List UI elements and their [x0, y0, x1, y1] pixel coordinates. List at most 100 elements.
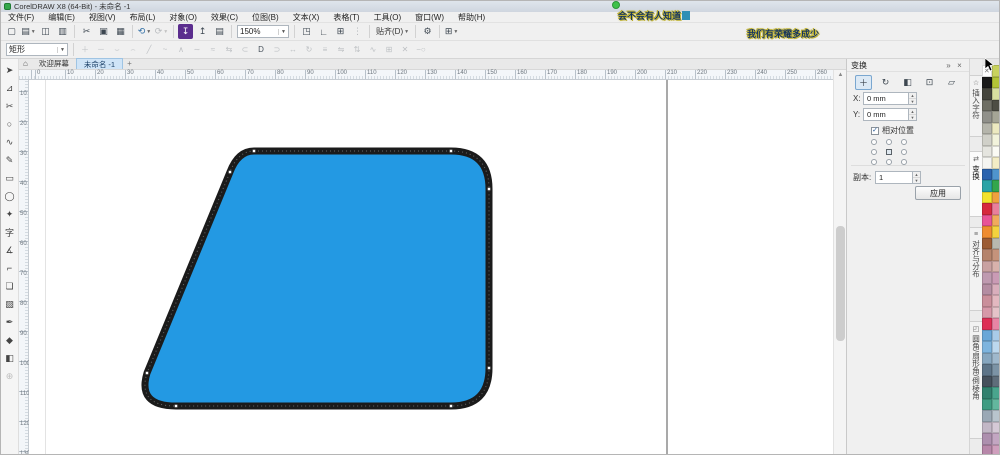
drawn-shape[interactable] [29, 80, 833, 455]
color-swatch[interactable] [982, 111, 992, 123]
color-swatch[interactable] [991, 88, 999, 100]
curve-node[interactable] [228, 170, 232, 174]
parallel-dimension-tool[interactable]: ∡ [2, 241, 18, 259]
color-swatch[interactable] [991, 134, 999, 146]
transform-mode-size[interactable]: ⊡ [921, 75, 938, 90]
color-swatch[interactable] [982, 421, 992, 433]
transform-mode-rotate[interactable]: ↻ [877, 75, 894, 90]
color-swatch[interactable] [991, 306, 999, 318]
docker-collapse-icon[interactable]: » [943, 61, 954, 70]
rectangle-tool[interactable]: ▭ [2, 169, 18, 187]
color-swatch[interactable] [991, 433, 999, 445]
zoom-level-combo[interactable]: 150% ▼ [237, 25, 289, 38]
transform-mode-scale-mirror[interactable]: ◧ [899, 75, 916, 90]
pick-tool[interactable]: ➤ [2, 61, 18, 79]
transform-mode-position[interactable]: ＋ [855, 75, 872, 90]
color-swatch[interactable] [982, 99, 992, 111]
color-swatch[interactable] [991, 157, 999, 169]
tab-welcome-screen[interactable]: 欢迎屏幕 [32, 58, 76, 69]
anchor-point-4[interactable] [886, 149, 892, 155]
new-document-tab-button[interactable]: + [123, 58, 136, 69]
color-swatch[interactable] [982, 203, 992, 215]
curve-node[interactable] [487, 366, 491, 370]
menu-file[interactable]: 文件(F) [1, 12, 41, 23]
cut-button[interactable]: ✂ [79, 24, 94, 39]
color-swatch[interactable] [991, 214, 999, 226]
color-swatch[interactable] [982, 134, 992, 146]
curve-node[interactable] [174, 404, 178, 408]
color-swatch[interactable] [991, 352, 999, 364]
color-swatch[interactable] [991, 168, 999, 180]
color-swatch[interactable] [982, 145, 992, 157]
color-swatch[interactable] [982, 283, 992, 295]
curve-node[interactable] [487, 187, 491, 191]
menu-help[interactable]: 帮助(H) [451, 12, 492, 23]
show-rulers-button[interactable]: ∟ [316, 24, 331, 39]
freehand-tool[interactable]: ∿ [2, 133, 18, 151]
color-swatch[interactable] [991, 191, 999, 203]
color-swatch[interactable] [982, 226, 992, 238]
color-swatch[interactable] [991, 364, 999, 376]
color-swatch[interactable] [982, 398, 992, 410]
x-input[interactable]: 0 mm [863, 92, 909, 105]
color-swatch[interactable] [991, 398, 999, 410]
vertical-ruler[interactable]: 10 20 30 40 50 60 70 80 90 100 110 120 130 [19, 80, 30, 454]
color-swatch[interactable] [991, 410, 999, 422]
menu-layout[interactable]: 布局(L) [123, 12, 163, 23]
apply-button[interactable]: 应用 [915, 186, 961, 200]
anchor-point-2[interactable] [901, 139, 907, 145]
color-swatch[interactable] [991, 226, 999, 238]
color-swatch[interactable] [991, 237, 999, 249]
color-swatch[interactable] [991, 203, 999, 215]
drop-shadow-tool[interactable]: ❏ [2, 277, 18, 295]
open-document-button[interactable]: ▤ ▼ [21, 24, 36, 39]
color-swatch[interactable] [982, 341, 992, 353]
color-swatch[interactable] [982, 191, 992, 203]
export-button[interactable]: ↥ [195, 24, 210, 39]
curve-node[interactable] [145, 371, 149, 375]
color-swatch[interactable] [991, 283, 999, 295]
snap-to-button[interactable]: 贴齐(D) ▼ [373, 25, 412, 39]
new-document-button[interactable]: ▢ [4, 24, 19, 39]
import-button[interactable]: ↧ [178, 24, 193, 39]
color-swatch[interactable] [982, 410, 992, 422]
curve-node[interactable] [449, 149, 453, 153]
color-swatch[interactable] [991, 249, 999, 261]
color-swatch[interactable] [991, 387, 999, 399]
color-swatch[interactable] [982, 122, 992, 134]
color-swatch[interactable] [991, 145, 999, 157]
color-swatch[interactable] [991, 99, 999, 111]
color-swatch[interactable] [982, 329, 992, 341]
color-eyedropper-tool[interactable]: ✒ [2, 313, 18, 331]
color-swatch[interactable] [991, 260, 999, 272]
artistic-media-tool[interactable]: ✎ [2, 151, 18, 169]
color-swatch[interactable] [982, 375, 992, 387]
color-swatch[interactable] [982, 157, 992, 169]
color-swatch[interactable] [991, 444, 999, 454]
color-swatch[interactable] [991, 329, 999, 341]
color-swatch[interactable] [982, 272, 992, 284]
y-input[interactable]: 0 mm [863, 108, 909, 121]
color-swatch[interactable] [982, 318, 992, 330]
color-swatch[interactable] [982, 168, 992, 180]
paste-button[interactable]: ▦ [113, 24, 128, 39]
connector-tool[interactable]: ⌐ [2, 259, 18, 277]
shape-path[interactable] [141, 147, 493, 410]
menu-bitmaps[interactable]: 位图(B) [245, 12, 286, 23]
curve-node[interactable] [449, 404, 453, 408]
relative-position-checkbox[interactable]: ✓ [871, 126, 879, 135]
color-swatch[interactable] [982, 214, 992, 226]
menu-effects[interactable]: 效果(C) [204, 12, 245, 23]
y-spinner[interactable]: ▲ ▼ [909, 108, 917, 121]
polygon-tool[interactable]: ✦ [2, 205, 18, 223]
color-swatch[interactable] [982, 295, 992, 307]
color-swatch[interactable] [982, 433, 992, 445]
text-tool[interactable]: 字 [2, 223, 18, 241]
docker-close-icon[interactable]: × [954, 61, 965, 70]
color-swatch[interactable] [982, 88, 992, 100]
anchor-point-1[interactable] [886, 139, 892, 145]
menu-object[interactable]: 对象(O) [162, 12, 204, 23]
copies-spinner[interactable]: ▲ ▼ [913, 171, 921, 184]
show-grid-button[interactable]: ⊞ [333, 24, 348, 39]
color-swatch[interactable] [982, 76, 992, 88]
